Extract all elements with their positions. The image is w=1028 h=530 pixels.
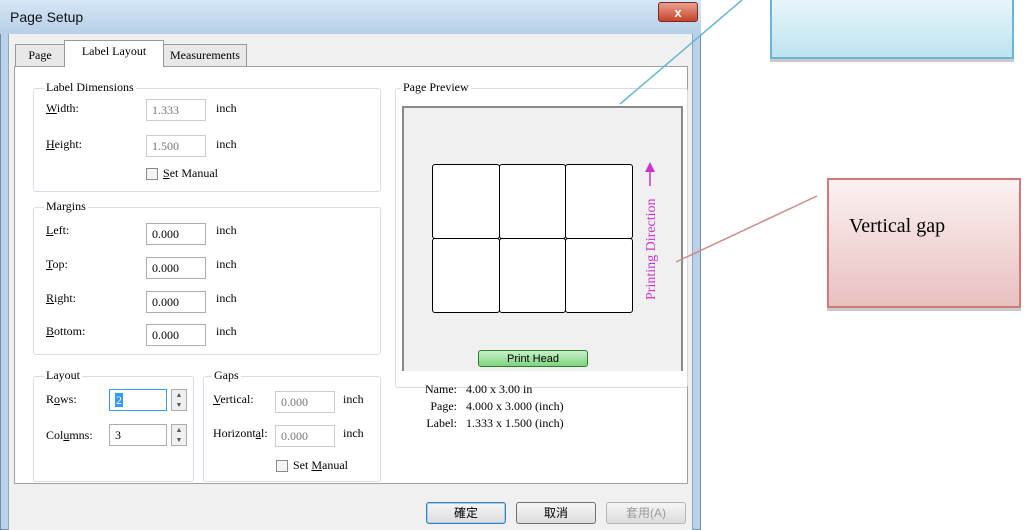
tab-label-layout[interactable]: Label Layout	[64, 40, 164, 67]
vertical-gap-callout-text: Vertical gap	[849, 215, 946, 237]
top-callout-line	[619, 0, 743, 105]
top-callout-box	[770, 0, 1014, 59]
vertical-gap-callout-box: Vertical gap	[827, 178, 1021, 308]
vertical-gap-callout-line	[675, 195, 818, 263]
